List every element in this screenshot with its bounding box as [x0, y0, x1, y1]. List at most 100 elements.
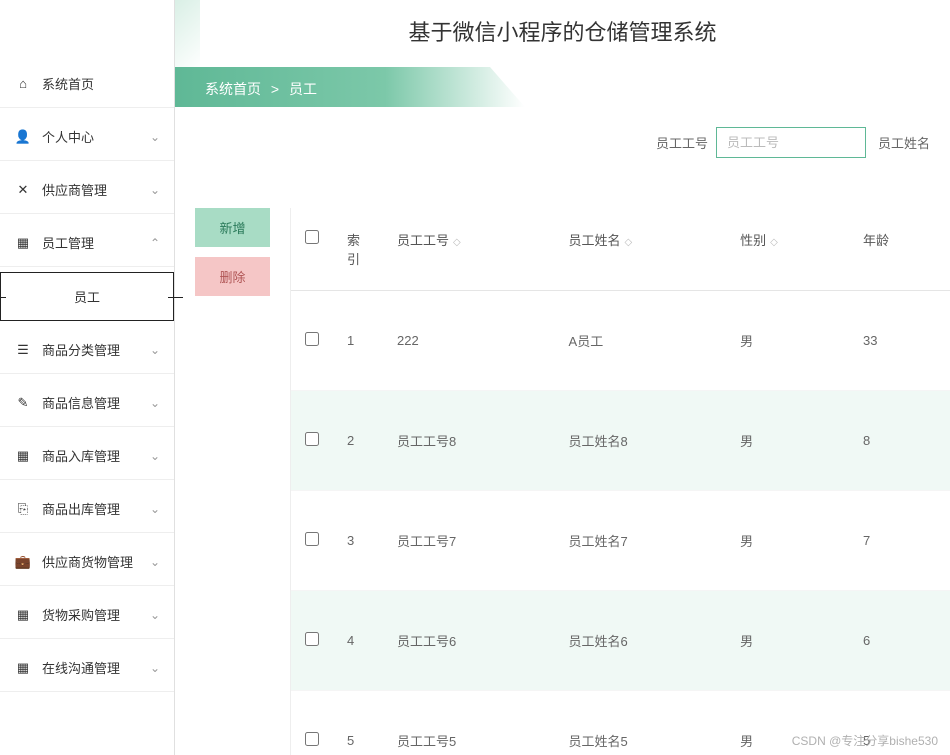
- header-gender[interactable]: 性别◇: [726, 208, 849, 291]
- chevron-down-icon: ⌄: [150, 130, 160, 144]
- chevron-up-icon: ⌃: [150, 236, 160, 250]
- grid-icon: ▦: [14, 234, 32, 252]
- breadcrumb-sep: >: [271, 81, 279, 97]
- row-checkbox[interactable]: [305, 332, 319, 346]
- cell-name: 员工姓名8: [555, 391, 727, 491]
- cell-gender: 男: [726, 291, 849, 391]
- sidebar-item-category[interactable]: ☰ 商品分类管理 ⌄: [0, 326, 174, 374]
- cell-index: 3: [333, 491, 383, 591]
- chevron-down-icon: ⌄: [150, 396, 160, 410]
- sidebar-item-label: 员工管理: [42, 233, 150, 252]
- row-checkbox[interactable]: [305, 732, 319, 746]
- cell-age: 8: [849, 391, 950, 491]
- briefcase-icon: 💼: [14, 553, 32, 571]
- row-checkbox[interactable]: [305, 532, 319, 546]
- watermark: CSDN @专注分享bishe530: [792, 732, 938, 749]
- search-id-input[interactable]: [716, 127, 866, 158]
- person-icon: 👤: [14, 128, 32, 146]
- sidebar-item-supplier-goods[interactable]: 💼 供应商货物管理 ⌄: [0, 538, 174, 586]
- list-icon: ☰: [14, 341, 32, 359]
- sidebar-item-inbound[interactable]: ▦ 商品入库管理 ⌄: [0, 432, 174, 480]
- sidebar-item-supplier[interactable]: ✕ 供应商管理 ⌄: [0, 166, 174, 214]
- box-icon: ✕: [14, 181, 32, 199]
- cell-id: 员工工号6: [383, 591, 555, 691]
- employee-table: 索引 员工工号◇ 员工姓名◇ 性别◇ 年龄 1 222 A员工 男 33 2 员…: [291, 208, 950, 755]
- sidebar-item-procurement[interactable]: ▦ 货物采购管理 ⌄: [0, 591, 174, 639]
- cell-index: 1: [333, 291, 383, 391]
- table-row[interactable]: 3 员工工号7 员工姓名7 男 7: [291, 491, 950, 591]
- chevron-down-icon: ⌄: [150, 343, 160, 357]
- cell-name: 员工姓名6: [555, 591, 727, 691]
- main-content: 基于微信小程序的仓储管理系统 系统首页 > 员工 员工工号 员工姓名 新增 删: [175, 0, 950, 755]
- chevron-down-icon: ⌄: [150, 183, 160, 197]
- sidebar-item-label: 系统首页: [42, 74, 160, 93]
- search-id-label: 员工工号: [656, 133, 708, 152]
- header-id[interactable]: 员工工号◇: [383, 208, 555, 291]
- sidebar-item-label: 个人中心: [42, 127, 150, 146]
- sidebar-subitem-employee[interactable]: 员工: [0, 272, 174, 321]
- header-checkbox[interactable]: [291, 208, 333, 291]
- cell-index: 4: [333, 591, 383, 691]
- header-index[interactable]: 索引: [333, 208, 383, 291]
- grid-icon: ▦: [14, 606, 32, 624]
- sidebar-item-label: 货物采购管理: [42, 605, 150, 624]
- sidebar-item-home[interactable]: ⌂ 系统首页: [0, 60, 174, 108]
- cell-index: 5: [333, 691, 383, 755]
- cell-age: 33: [849, 291, 950, 391]
- sidebar-item-label: 供应商货物管理: [42, 552, 150, 571]
- select-all-checkbox[interactable]: [305, 230, 319, 244]
- sidebar-item-outbound[interactable]: ⎘ 商品出库管理 ⌄: [0, 485, 174, 533]
- header-name[interactable]: 员工姓名◇: [555, 208, 727, 291]
- grid-icon: ▦: [14, 447, 32, 465]
- row-checkbox[interactable]: [305, 632, 319, 646]
- breadcrumb: 系统首页 > 员工: [175, 67, 950, 107]
- sidebar-item-label: 商品信息管理: [42, 393, 150, 412]
- sidebar-item-label: 在线沟通管理: [42, 658, 150, 677]
- sidebar-item-chat[interactable]: ▦ 在线沟通管理 ⌄: [0, 644, 174, 692]
- page-title: 基于微信小程序的仓储管理系统: [175, 0, 950, 57]
- sidebar-item-product-info[interactable]: ✎ 商品信息管理 ⌄: [0, 379, 174, 427]
- header-age[interactable]: 年龄: [849, 208, 950, 291]
- sidebar: ⌂ 系统首页 👤 个人中心 ⌄ ✕ 供应商管理 ⌄ ▦ 员工管理 ⌃ 员工 ☰ …: [0, 0, 175, 755]
- sidebar-item-label: 商品入库管理: [42, 446, 150, 465]
- chevron-down-icon: ⌄: [150, 502, 160, 516]
- delete-button[interactable]: 删除: [195, 257, 270, 296]
- sort-icon[interactable]: ◇: [453, 238, 461, 248]
- cell-name: 员工姓名5: [555, 691, 727, 755]
- sidebar-item-label: 商品分类管理: [42, 340, 150, 359]
- home-icon: ⌂: [14, 75, 32, 93]
- sort-icon[interactable]: ◇: [770, 238, 778, 248]
- breadcrumb-current: 员工: [289, 81, 317, 97]
- cell-name: 员工姓名7: [555, 491, 727, 591]
- table-row[interactable]: 2 员工工号8 员工姓名8 男 8: [291, 391, 950, 491]
- data-table-wrap[interactable]: 索引 员工工号◇ 员工姓名◇ 性别◇ 年龄 1 222 A员工 男 33 2 员…: [290, 208, 950, 755]
- cell-gender: 男: [726, 391, 849, 491]
- action-column: 新增 删除: [195, 208, 270, 755]
- cell-gender: 男: [726, 491, 849, 591]
- cell-id: 员工工号8: [383, 391, 555, 491]
- cell-index: 2: [333, 391, 383, 491]
- add-button[interactable]: 新增: [195, 208, 270, 247]
- breadcrumb-home-link[interactable]: 系统首页: [205, 81, 261, 97]
- person-card-icon: ✎: [14, 394, 32, 412]
- cell-age: 6: [849, 591, 950, 691]
- table-row[interactable]: 4 员工工号6 员工姓名6 男 6: [291, 591, 950, 691]
- chevron-down-icon: ⌄: [150, 661, 160, 675]
- cell-id: 员工工号7: [383, 491, 555, 591]
- cell-gender: 男: [726, 591, 849, 691]
- row-checkbox[interactable]: [305, 432, 319, 446]
- cell-id: 员工工号5: [383, 691, 555, 755]
- sidebar-item-employee[interactable]: ▦ 员工管理 ⌃: [0, 219, 174, 267]
- table-row[interactable]: 1 222 A员工 男 33: [291, 291, 950, 391]
- grid-icon: ▦: [14, 659, 32, 677]
- cell-name: A员工: [555, 291, 727, 391]
- chevron-down-icon: ⌄: [150, 449, 160, 463]
- sort-icon[interactable]: ◇: [625, 238, 633, 248]
- copy-icon: ⎘: [14, 500, 32, 518]
- sidebar-item-profile[interactable]: 👤 个人中心 ⌄: [0, 113, 174, 161]
- cell-id: 222: [383, 291, 555, 391]
- sidebar-item-label: 商品出库管理: [42, 499, 150, 518]
- chevron-down-icon: ⌄: [150, 555, 160, 569]
- sidebar-item-label: 供应商管理: [42, 180, 150, 199]
- cell-age: 7: [849, 491, 950, 591]
